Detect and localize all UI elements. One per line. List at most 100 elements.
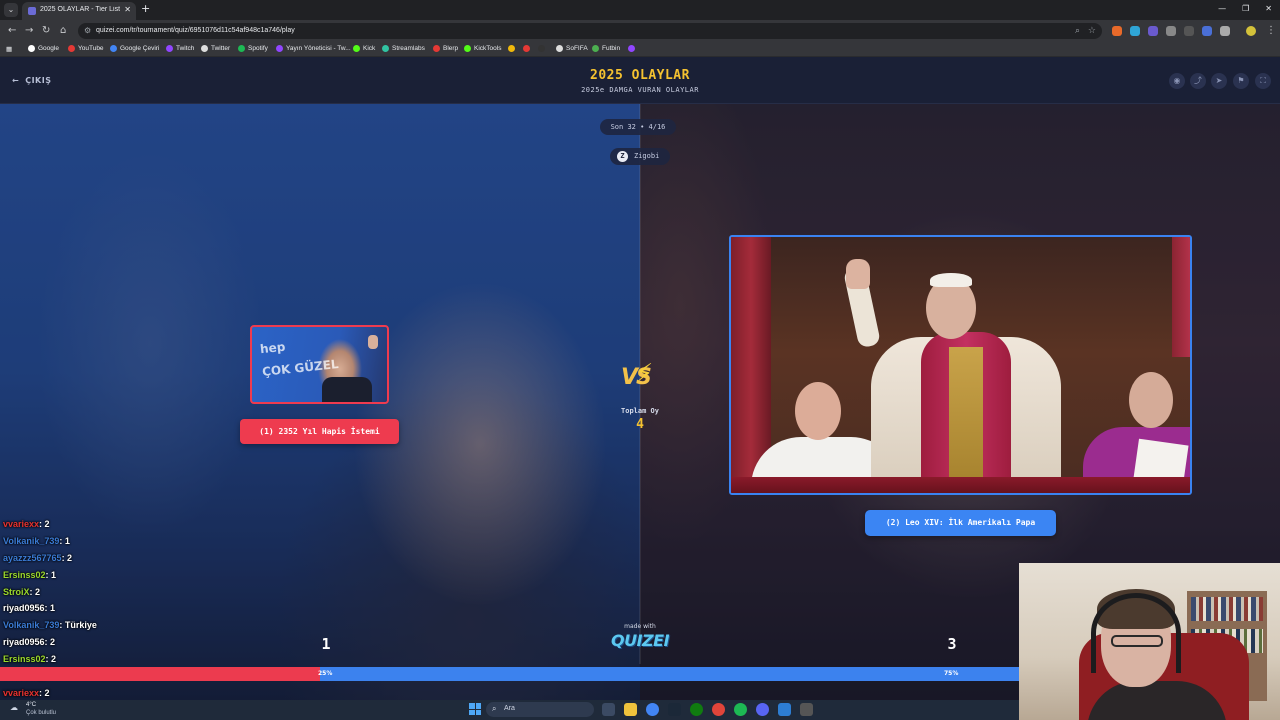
os-taskbar: ☁ 4°C Çok bulutlu ⌕ Ara xyxy=(0,700,1019,720)
creator-badge[interactable]: Z Zigobi xyxy=(610,148,670,165)
extension-icon[interactable] xyxy=(1166,26,1176,36)
chat-message: vvariexx: 2 xyxy=(3,688,223,700)
close-window-icon[interactable]: ✕ xyxy=(1265,4,1272,13)
right-option-image[interactable] xyxy=(729,235,1192,495)
bookmark-twitch[interactable]: Twitch xyxy=(166,45,194,52)
share-icon[interactable]: ⤴ xyxy=(1190,73,1206,89)
zoom-icon[interactable]: ⌕ xyxy=(1075,26,1080,36)
tab-title: 2025 OLAYLAR - Tier List, Kör S xyxy=(40,6,120,13)
tab-search-icon[interactable]: ⌄ xyxy=(4,3,18,17)
left-option-label[interactable]: (1) 2352 Yıl Hapis İstemi xyxy=(240,419,399,444)
search-placeholder: Ara xyxy=(504,705,515,712)
minimize-icon[interactable]: — xyxy=(1218,4,1226,13)
weather-description[interactable]: Çok bulutlu xyxy=(26,710,56,716)
arrow-left-icon: ← xyxy=(12,76,20,85)
browser-toolbar: ← → ↻ ⌂ ⚙ quizei.com/tr/tournament/quiz/… xyxy=(0,20,1280,42)
taskbar-search[interactable]: ⌕ Ara xyxy=(486,702,594,717)
extension-icon[interactable] xyxy=(1112,26,1122,36)
weather-temperature[interactable]: 4°C xyxy=(26,702,36,708)
steam-icon[interactable] xyxy=(668,703,681,716)
chat-username: Ersinss02 xyxy=(3,569,46,580)
chat-username: vvariexx xyxy=(3,519,40,529)
browser-menu-icon[interactable]: ⋮ xyxy=(1266,25,1276,37)
extension-icon[interactable] xyxy=(1130,26,1140,36)
back-icon[interactable]: ← xyxy=(8,25,16,37)
reload-icon[interactable]: ↻ xyxy=(42,25,50,37)
balcony-drape xyxy=(731,477,1190,493)
priest-head xyxy=(1129,372,1173,428)
chat-message: ayazzz567765: 2 xyxy=(3,553,223,570)
task-view-icon[interactable] xyxy=(602,703,615,716)
extension-icon[interactable] xyxy=(1202,26,1212,36)
curtain xyxy=(1172,237,1190,357)
chat-text: : 1 xyxy=(59,535,70,546)
quizei-logo[interactable]: QUIZEI xyxy=(600,631,680,650)
bookmark-twitch-dashboard[interactable]: Yayın Yöneticisi - Tw... xyxy=(276,45,351,52)
left-option-image[interactable]: hep ÇOK GÜZEL xyxy=(250,325,389,404)
tab-close-icon[interactable]: ✕ xyxy=(124,5,131,14)
bookmark-google-translate[interactable]: Google Çeviri xyxy=(110,45,159,52)
total-votes-value: 4 xyxy=(636,417,644,432)
bookmark-streamlabs[interactable]: Streamlabs xyxy=(382,45,425,52)
chat-username: Ersinss02 xyxy=(3,654,46,665)
creator-name: Zigobi xyxy=(634,152,660,160)
cloud-icon[interactable]: ☁ xyxy=(10,703,18,712)
fullscreen-icon[interactable]: ⛶ xyxy=(1255,73,1271,89)
right-percent: 75% xyxy=(944,670,959,677)
right-option-label[interactable]: (2) Leo XIV: İlk Amerikalı Papa xyxy=(865,510,1056,536)
apps-icon[interactable]: ▦ xyxy=(6,45,12,53)
bookmark-kick[interactable]: Kick xyxy=(353,45,375,52)
restore-icon[interactable]: ❐ xyxy=(1242,4,1249,13)
browser-tab[interactable]: 2025 OLAYLAR - Tier List, Kör S ✕ xyxy=(22,2,136,20)
windows-start-icon[interactable] xyxy=(469,703,481,715)
chat-text: : 2 xyxy=(44,637,56,648)
extension-icon[interactable] xyxy=(1148,26,1158,36)
site-info-icon[interactable]: ⚙ xyxy=(84,26,91,35)
bookmark-icon[interactable] xyxy=(538,45,545,52)
chat-username: vvariexx xyxy=(3,687,40,698)
address-bar[interactable]: ⚙ quizei.com/tr/tournament/quiz/6951076d… xyxy=(78,23,1102,39)
profile-avatar[interactable] xyxy=(1246,26,1256,36)
extension-icon[interactable] xyxy=(1184,26,1194,36)
flag-icon[interactable]: ⚑ xyxy=(1233,73,1249,89)
webcam-overlay xyxy=(1019,563,1280,720)
bookmark-star-icon[interactable]: ☆ xyxy=(1088,26,1096,36)
bookmark-spotify[interactable]: Spotify xyxy=(238,45,268,52)
bookmark-icon[interactable] xyxy=(523,45,530,52)
left-percent: 25% xyxy=(318,670,333,677)
window-controls: — ❐ ✕ xyxy=(1218,4,1272,13)
left-score: 1 xyxy=(321,635,331,653)
bookmark-youtube[interactable]: YouTube xyxy=(68,45,104,52)
xbox-icon[interactable] xyxy=(690,703,703,716)
glasses xyxy=(1111,635,1163,647)
bookmark-blerp[interactable]: Blerp xyxy=(433,45,458,52)
chat-username: riyad0956 xyxy=(3,603,45,614)
bookmark-icon[interactable] xyxy=(628,45,635,52)
new-tab-icon[interactable]: + xyxy=(141,3,150,15)
eye-icon[interactable]: ◉ xyxy=(1169,73,1185,89)
bookmark-kicktools[interactable]: KickTools xyxy=(464,45,501,52)
app-icon[interactable] xyxy=(800,703,813,716)
bookmark-google[interactable]: Google xyxy=(28,45,59,52)
chat-message: Ersinss02: 1 xyxy=(3,570,223,587)
app-icon[interactable] xyxy=(778,703,791,716)
chrome-icon[interactable] xyxy=(646,703,659,716)
bookmark-futbin[interactable]: Futbin xyxy=(592,45,620,52)
file-explorer-icon[interactable] xyxy=(624,703,637,716)
bookmark-sofifa[interactable]: SoFIFA xyxy=(556,45,588,52)
bookmark-icon[interactable] xyxy=(508,45,515,52)
exit-button[interactable]: ← ÇIKIŞ xyxy=(12,76,52,85)
home-icon[interactable]: ⌂ xyxy=(60,25,66,37)
chat-username: riyad0956 xyxy=(3,637,45,648)
forward-icon[interactable]: → xyxy=(25,25,33,37)
spotify-icon[interactable] xyxy=(734,703,747,716)
person-silhouette xyxy=(322,377,372,402)
bookmark-twitter[interactable]: Twitter xyxy=(201,45,230,52)
obs-icon[interactable] xyxy=(712,703,725,716)
discord-icon[interactable] xyxy=(756,703,769,716)
zucchetto xyxy=(930,273,972,287)
extensions-puzzle-icon[interactable] xyxy=(1220,26,1230,36)
chat-username: Volkanik_739 xyxy=(3,535,60,546)
send-icon[interactable]: ➤ xyxy=(1211,73,1227,89)
chat-text: : 2 xyxy=(61,552,73,563)
